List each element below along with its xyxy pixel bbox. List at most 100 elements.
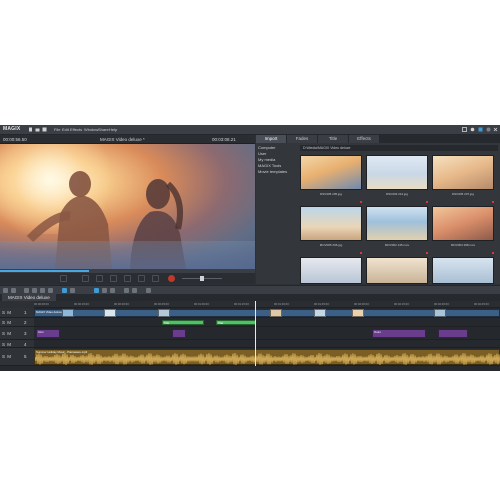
track-header-3[interactable]: S M 3 (0, 327, 34, 340)
track-lane-5[interactable]: Summer Holiday Music - Pianowave.mp3 (34, 348, 500, 366)
prev-frame-button[interactable] (82, 275, 89, 282)
video-frame[interactable] (0, 144, 255, 269)
title-clip[interactable]: Title (162, 320, 204, 325)
menu-help[interactable]: Help (109, 127, 117, 132)
rewind-button[interactable] (96, 275, 103, 282)
settings-icon[interactable] (470, 127, 475, 132)
track-number: 4 (24, 341, 28, 347)
track-lane-4[interactable] (34, 340, 500, 348)
track-sm-label[interactable]: S M (2, 342, 12, 347)
menu-effects[interactable]: Effects (70, 127, 82, 132)
thumbnail-7[interactable] (300, 257, 362, 284)
thumbnail-4[interactable] (300, 206, 362, 241)
stretch-mode-icon[interactable] (110, 287, 115, 293)
marker-dot (492, 252, 494, 254)
sea-spray (0, 241, 255, 269)
thumbnail-3[interactable] (432, 155, 494, 190)
menu-share[interactable]: Share (98, 127, 109, 132)
tab-import[interactable]: Import (256, 135, 287, 143)
undo-icon[interactable] (3, 287, 8, 293)
track-sm-label[interactable]: S M (2, 320, 12, 325)
clip-label: Intro (38, 330, 44, 334)
range-mode-icon[interactable] (102, 287, 107, 293)
transport-controls (0, 273, 255, 284)
next-frame-button[interactable] (152, 275, 159, 282)
effect-clip[interactable] (172, 329, 186, 338)
clip-thumbnail[interactable] (62, 309, 74, 317)
title-clip[interactable]: Title (216, 320, 256, 325)
timeline-ruler[interactable]: 00:00:00:00 00:00:15:00 00:00:30:00 00:0… (34, 301, 500, 308)
close-icon[interactable] (493, 127, 498, 132)
tab-effects[interactable]: Effects (349, 135, 380, 143)
track-sm-label[interactable]: S M (2, 310, 12, 315)
clip-thumbnail[interactable] (104, 309, 116, 317)
preview-monitor: 00:00:56.50 MAGIX Video deluxe * 00:03:0… (0, 135, 255, 284)
track-header-1[interactable]: S M 1 (0, 308, 34, 318)
track-header-4[interactable]: S M 4 (0, 340, 34, 348)
thumbnail-9[interactable] (432, 257, 494, 284)
effect-clip[interactable] (438, 329, 468, 338)
clip-thumbnail[interactable] (314, 309, 326, 317)
tree-item-movie-templates[interactable]: Movie templates (256, 169, 298, 175)
track-number: 5 (24, 354, 28, 359)
timeline-tab[interactable]: MAGIX Video deluxe (2, 294, 56, 301)
playhead[interactable] (255, 301, 256, 366)
mouse-mode-icon[interactable] (94, 287, 99, 293)
path-bar[interactable]: D:\Media\MAGIX Video deluxe (300, 145, 498, 151)
delete-icon[interactable] (24, 287, 29, 293)
clip-label: Title (164, 321, 170, 325)
timeline-tracks: S M 1 MAGIX Video deluxe S M 2 Title Tit… (0, 308, 500, 371)
clip-thumbnail[interactable] (270, 309, 282, 317)
record-button[interactable] (168, 275, 175, 282)
track-sm-label[interactable]: S M (2, 331, 12, 336)
track-lane-3[interactable]: Intro Outro (34, 327, 500, 340)
stop-button[interactable] (110, 275, 117, 282)
save-icon[interactable] (42, 127, 47, 132)
cut-icon[interactable] (40, 287, 45, 293)
forward-button[interactable] (138, 275, 145, 282)
clip-thumbnail[interactable] (158, 309, 170, 317)
open-icon[interactable] (35, 127, 40, 132)
menu-file[interactable]: File (54, 127, 60, 132)
tab-fades[interactable]: Fades (287, 135, 318, 143)
text-icon[interactable] (32, 287, 37, 293)
layout-icon[interactable] (462, 127, 467, 132)
link-icon[interactable] (62, 287, 67, 293)
play-button[interactable] (124, 275, 131, 282)
help-icon[interactable] (486, 127, 491, 132)
marker-icon[interactable] (124, 287, 129, 293)
track-lane-2[interactable]: Title Title (34, 318, 500, 327)
track-lane-1[interactable]: MAGIX Video deluxe (34, 308, 500, 318)
redo-icon[interactable] (11, 287, 16, 293)
track-header-5[interactable]: S M 5 (0, 348, 34, 366)
share-icon[interactable] (478, 127, 483, 132)
thumbnail-2[interactable] (366, 155, 428, 190)
tab-title[interactable]: Title (318, 135, 349, 143)
video-editor-window: MAGIX File Edit Effects Window Share Hel… (0, 125, 500, 371)
thumbnail-1[interactable] (300, 155, 362, 190)
ruler-tick: 00:02:00:00 (354, 302, 369, 306)
new-project-icon[interactable] (28, 127, 33, 132)
menu-edit[interactable]: Edit (62, 127, 69, 132)
track-sm-label[interactable]: S M (2, 354, 12, 359)
snap-icon[interactable] (132, 287, 137, 293)
thumbnail-5[interactable] (366, 206, 428, 241)
ruler-tick: 00:02:45:00 (474, 302, 489, 306)
marker-dot (426, 252, 428, 254)
clip-label: MAGIX Video deluxe (36, 310, 62, 314)
effect-clip[interactable]: Intro (36, 329, 60, 338)
clip-label: Title (218, 321, 224, 325)
split-icon[interactable] (48, 287, 53, 293)
volume-handle[interactable] (200, 276, 204, 281)
clip-thumbnail[interactable] (352, 309, 364, 317)
zoom-icon[interactable] (146, 287, 151, 293)
effect-clip[interactable]: Outro (372, 329, 426, 338)
menu-window[interactable]: Window (84, 127, 98, 132)
thumbnail-8[interactable] (366, 257, 428, 284)
clip-thumbnail[interactable] (434, 309, 446, 317)
audio-clip[interactable]: Summer Holiday Music - Pianowave.mp3 (34, 349, 500, 365)
thumbnail-6[interactable] (432, 206, 494, 241)
group-icon[interactable] (70, 287, 75, 293)
track-header-2[interactable]: S M 2 (0, 318, 34, 327)
go-start-button[interactable] (60, 275, 67, 282)
